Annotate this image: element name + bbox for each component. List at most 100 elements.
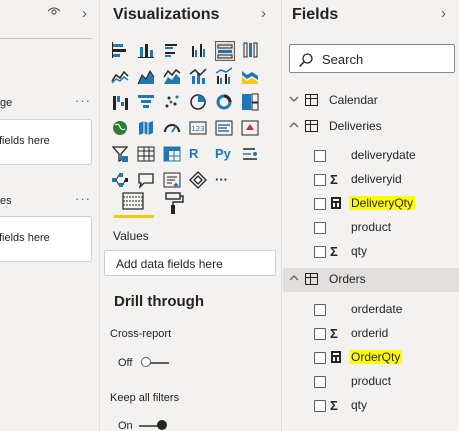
format-tab[interactable] bbox=[161, 190, 187, 218]
collapse-chevron-icon[interactable]: › bbox=[261, 5, 266, 22]
key-influencers-icon[interactable] bbox=[241, 145, 261, 165]
keep-filters-state: On bbox=[118, 420, 133, 431]
line-chart-icon[interactable] bbox=[111, 67, 131, 87]
area-chart-icon[interactable] bbox=[137, 67, 157, 87]
field-checkbox[interactable] bbox=[314, 222, 326, 234]
table-icon bbox=[305, 273, 318, 285]
waterfall-icon[interactable] bbox=[111, 93, 131, 113]
fields-tab[interactable] bbox=[114, 190, 154, 218]
field-name: deliveryid bbox=[351, 172, 402, 186]
cross-report-label: Cross-report bbox=[110, 328, 172, 340]
map-icon[interactable] bbox=[111, 119, 131, 139]
field-name: DeliveryQty bbox=[349, 196, 416, 210]
field-row[interactable]: Σ orderid bbox=[283, 325, 459, 347]
smart-narrative-icon[interactable] bbox=[163, 171, 183, 191]
field-row[interactable]: product bbox=[283, 373, 459, 395]
field-checkbox[interactable] bbox=[314, 174, 326, 186]
field-row[interactable]: Σ qty bbox=[283, 397, 459, 419]
treemap-icon[interactable] bbox=[241, 93, 261, 113]
funnel-icon[interactable] bbox=[137, 93, 157, 113]
field-name: deliverydate bbox=[351, 148, 416, 162]
chevron-down-icon[interactable] bbox=[288, 93, 300, 105]
stacked-bar-icon[interactable] bbox=[111, 41, 131, 61]
field-name: OrderQty bbox=[349, 350, 403, 364]
cross-report-state: Off bbox=[118, 357, 133, 369]
field-checkbox[interactable] bbox=[314, 246, 326, 258]
field-row[interactable]: OrderQty bbox=[283, 349, 459, 371]
field-checkbox[interactable] bbox=[314, 400, 326, 412]
filter-drop-zone[interactable]: fields here bbox=[0, 216, 92, 262]
keep-filters-toggle[interactable] bbox=[157, 420, 167, 430]
table-row-deliveries[interactable]: Deliveries bbox=[283, 115, 459, 139]
drop-zone-text: fields here bbox=[0, 135, 50, 147]
pane-title: Visualizations bbox=[113, 6, 220, 23]
donut-icon[interactable] bbox=[215, 93, 235, 113]
field-row[interactable]: Σ deliveryid bbox=[283, 171, 459, 193]
card-icon[interactable]: 123 bbox=[189, 119, 209, 139]
fields-search-input[interactable]: Search bbox=[289, 44, 455, 73]
sigma-icon: Σ bbox=[330, 172, 338, 187]
table-icon bbox=[305, 94, 318, 106]
eye-icon[interactable] bbox=[47, 6, 61, 16]
collapse-chevron-icon[interactable]: › bbox=[441, 5, 446, 22]
scatter-icon[interactable] bbox=[163, 93, 183, 113]
clustered-bar-icon[interactable] bbox=[163, 41, 183, 61]
line-clustered-column-icon[interactable] bbox=[215, 67, 235, 87]
gauge-icon[interactable] bbox=[163, 119, 183, 139]
field-row[interactable]: orderdate bbox=[283, 301, 459, 323]
table-icon[interactable] bbox=[137, 145, 157, 165]
field-row[interactable]: product bbox=[283, 219, 459, 241]
calculator-icon bbox=[331, 351, 341, 363]
field-checkbox[interactable] bbox=[314, 304, 326, 316]
field-row[interactable]: Σ qty bbox=[283, 243, 459, 265]
calculator-icon bbox=[331, 197, 341, 209]
search-placeholder: Search bbox=[322, 52, 364, 67]
field-name: product bbox=[351, 220, 392, 234]
drop-zone-text: fields here bbox=[0, 232, 50, 244]
ribbon-chart-icon[interactable] bbox=[241, 67, 261, 87]
python-visual-icon[interactable]: Py bbox=[215, 145, 239, 165]
values-drop-zone[interactable]: Add data fields here bbox=[104, 250, 276, 276]
more-options-icon[interactable]: ··· bbox=[75, 93, 91, 108]
multirow-card-icon[interactable] bbox=[215, 119, 235, 139]
field-checkbox[interactable] bbox=[314, 328, 326, 340]
field-checkbox[interactable] bbox=[314, 150, 326, 162]
cross-report-toggle[interactable] bbox=[141, 357, 151, 367]
keep-filters-label: Keep all filters bbox=[110, 392, 180, 404]
100-column-icon[interactable] bbox=[241, 41, 261, 61]
table-name: Deliveries bbox=[329, 119, 382, 133]
more-visuals-icon[interactable]: ··· bbox=[215, 171, 239, 191]
line-column-icon[interactable] bbox=[189, 67, 209, 87]
chevron-up-icon[interactable] bbox=[288, 272, 300, 284]
r-visual-icon[interactable]: R bbox=[189, 145, 209, 165]
chevron-up-icon[interactable] bbox=[288, 119, 300, 131]
filter-drop-zone[interactable]: fields here bbox=[0, 119, 92, 165]
more-visuals-label: ··· bbox=[215, 172, 228, 187]
stacked-column-icon[interactable] bbox=[137, 41, 157, 61]
field-row[interactable]: DeliveryQty bbox=[283, 195, 459, 217]
field-checkbox[interactable] bbox=[314, 198, 326, 210]
filled-map-icon[interactable] bbox=[137, 119, 157, 139]
decomposition-tree-icon[interactable] bbox=[111, 171, 131, 191]
kpi-icon[interactable] bbox=[241, 119, 261, 139]
power-apps-icon[interactable] bbox=[189, 171, 209, 191]
field-checkbox[interactable] bbox=[314, 376, 326, 388]
pie-icon[interactable] bbox=[189, 93, 209, 113]
slicer-icon[interactable] bbox=[111, 145, 131, 165]
table-row-orders[interactable]: Orders bbox=[283, 268, 459, 292]
field-checkbox[interactable] bbox=[314, 352, 326, 364]
python-visual-label: Py bbox=[215, 146, 231, 161]
table-row-calendar[interactable]: Calendar bbox=[283, 89, 459, 113]
stacked-area-icon[interactable] bbox=[163, 67, 183, 87]
filter-section-label: es bbox=[0, 195, 12, 207]
matrix-icon[interactable] bbox=[163, 145, 183, 165]
chevron-right-icon[interactable]: › bbox=[82, 5, 87, 22]
field-name: qty bbox=[351, 244, 368, 258]
paint-roller-icon bbox=[165, 192, 184, 214]
100-bar-icon[interactable] bbox=[215, 41, 235, 61]
clustered-column-icon[interactable] bbox=[189, 41, 209, 61]
more-options-icon[interactable]: ··· bbox=[75, 191, 91, 206]
field-name: orderid bbox=[351, 326, 389, 340]
field-row[interactable]: deliverydate bbox=[283, 147, 459, 169]
qa-icon[interactable] bbox=[137, 171, 157, 191]
